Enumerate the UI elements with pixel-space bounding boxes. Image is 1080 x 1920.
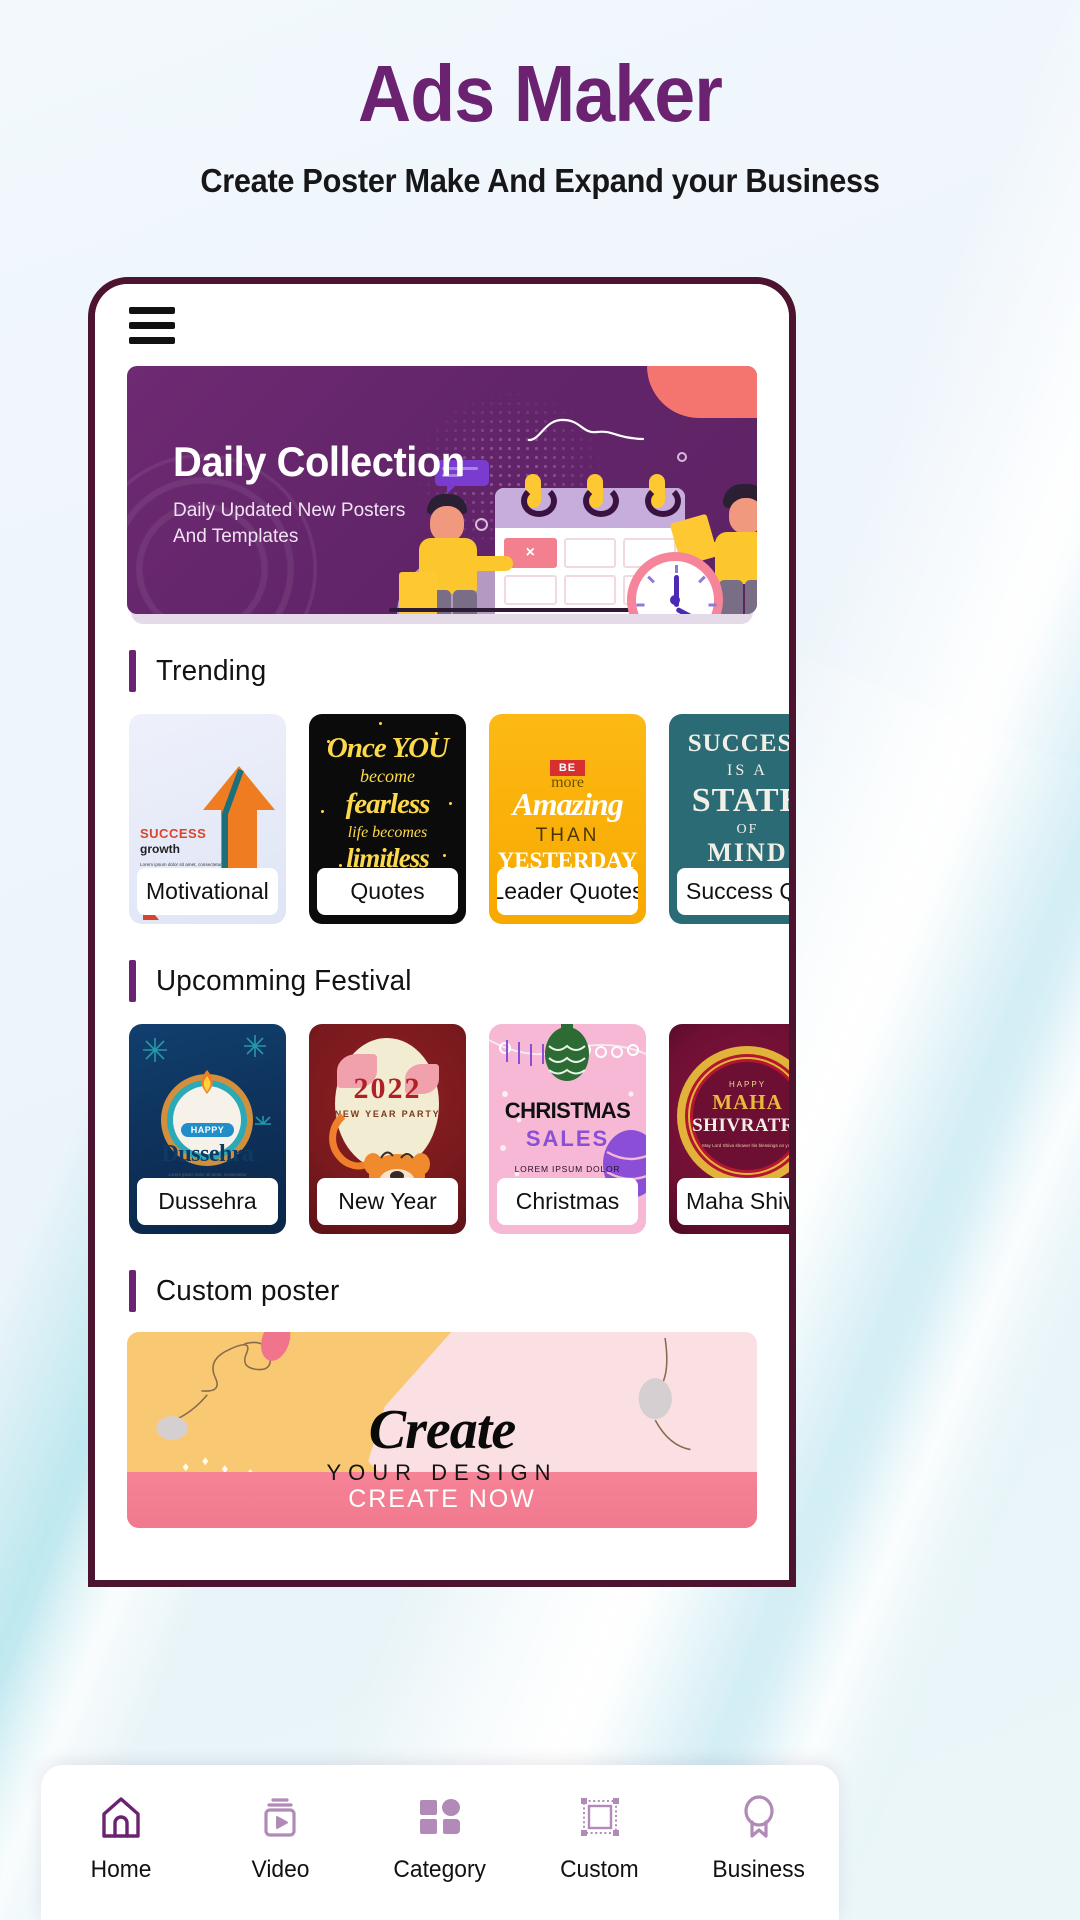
- video-icon: [255, 1791, 305, 1843]
- hamburger-menu-icon[interactable]: [129, 306, 175, 344]
- card-art-line1: CHRISTMAS: [504, 1098, 631, 1123]
- phone-screen: × Daily Collection Daily Updated New Pos…: [95, 284, 789, 1580]
- nav-item-business[interactable]: Business: [684, 1791, 834, 1884]
- card-art-line3: STATE: [691, 782, 789, 819]
- card-label: Motivational: [137, 868, 278, 915]
- template-card-quotes[interactable]: Once YOU become fearless life becomes li…: [309, 714, 466, 924]
- nav-item-home[interactable]: Home: [46, 1791, 196, 1884]
- card-art-line1: SUCCESS: [687, 730, 789, 757]
- template-card-leader-quotes[interactable]: BE more Amazing THAN YESTERDAY Leader Qu…: [489, 714, 646, 924]
- card-art-line2: become: [360, 766, 415, 786]
- banner-subtitle-line2: And Templates: [173, 525, 299, 547]
- banner-corner-accent: [647, 366, 757, 418]
- create-now-button[interactable]: CREATE NOW: [127, 1485, 757, 1514]
- template-card-maha-shivratri[interactable]: HAPPY MAHA SHIVRATRI May Lord Shiva show…: [669, 1024, 789, 1234]
- custom-poster-wrap: Create YOUR DESIGN CREATE NOW: [95, 1312, 789, 1528]
- card-art-subtitle: growth: [140, 842, 180, 856]
- template-card-motivational[interactable]: SUCCESS growth Lorem ipsum dolor sit ame…: [129, 714, 286, 924]
- section-title: Upcomming Festival: [156, 964, 412, 997]
- daily-collection-banner[interactable]: × Daily Collection Daily Updated New Pos…: [127, 366, 757, 614]
- section-accent-bar: [129, 960, 136, 1002]
- app-bar: [95, 284, 789, 366]
- calendar-ring: [583, 474, 619, 517]
- card-art-line2: IS A: [727, 762, 768, 779]
- section-header-festival: Upcomming Festival: [95, 924, 789, 1002]
- nav-item-custom[interactable]: Custom: [525, 1791, 675, 1884]
- custom-frame-icon: [575, 1791, 625, 1843]
- custom-poster-create-text: Create: [368, 1399, 516, 1461]
- festival-card-row[interactable]: HAPPY Dussehra Lorem ipsum dolor sit ame…: [95, 1002, 789, 1234]
- nav-item-category[interactable]: Category: [365, 1791, 515, 1884]
- daily-collection-banner-wrap: × Daily Collection Daily Updated New Pos…: [95, 366, 789, 624]
- banner-subtitle-line1: Daily Updated New Posters: [173, 500, 406, 521]
- template-card-christmas[interactable]: CHRISTMAS SALES LOREM IPSUM DOLOR SIT AM…: [489, 1024, 646, 1234]
- card-art-line5: MIND: [707, 838, 788, 867]
- card-label: Quotes: [317, 868, 458, 915]
- card-art-line3: Amazing: [512, 786, 623, 822]
- card-art-line3: fearless: [345, 788, 431, 820]
- home-icon: [96, 1791, 146, 1843]
- card-art-line1: MAHA: [712, 1090, 783, 1114]
- card-label: Christmas: [497, 1178, 638, 1225]
- nav-label: Category: [393, 1856, 487, 1883]
- banner-title: Daily Collection: [173, 438, 465, 485]
- card-label: Leader Quotes: [497, 868, 638, 915]
- hero-section: Ads Maker Create Poster Make And Expand …: [0, 0, 1080, 200]
- card-label: New Year: [317, 1178, 458, 1225]
- custom-poster-banner[interactable]: Create YOUR DESIGN CREATE NOW: [127, 1332, 757, 1528]
- card-art-badge: HAPPY: [180, 1123, 235, 1137]
- section-header-trending: Trending: [95, 614, 789, 692]
- template-card-new-year[interactable]: 2022 NEW YEAR PARTY New Year: [309, 1024, 466, 1234]
- card-art-line4: THAN: [535, 825, 600, 846]
- bottom-navigation-bar: Home Video Category Custom Business: [41, 1765, 839, 1920]
- card-art-line4: OF: [736, 822, 759, 837]
- calendar-ring: [645, 474, 681, 517]
- section-title: Custom poster: [156, 1274, 340, 1307]
- card-art-line3: May Lord Shiva shower his blessings on y…: [702, 1143, 789, 1148]
- card-art-line4: life becomes: [347, 824, 428, 841]
- card-label: Dussehra: [137, 1178, 278, 1225]
- nav-item-video[interactable]: Video: [205, 1791, 355, 1884]
- banner-circle-decor: [677, 452, 687, 462]
- nav-label: Home: [90, 1856, 152, 1883]
- custom-poster-design-text: YOUR DESIGN: [326, 1460, 558, 1485]
- page-subtitle: Create Poster Make And Expand your Busin…: [200, 162, 880, 199]
- card-label: Maha Shivratri: [677, 1178, 789, 1225]
- card-art-line1: Once YOU: [326, 732, 449, 764]
- nav-label: Custom: [560, 1856, 639, 1883]
- section-header-custom-poster: Custom poster: [95, 1234, 789, 1312]
- nav-label: Video: [251, 1856, 310, 1883]
- card-art-line2: SALES: [525, 1126, 610, 1151]
- card-art-badge: HAPPY: [728, 1080, 767, 1089]
- page-title: Ads Maker: [358, 49, 723, 138]
- card-label: Success Quotes: [677, 868, 789, 915]
- section-accent-bar: [129, 650, 136, 692]
- nav-label: Business: [712, 1856, 806, 1883]
- card-art-title: SUCCESS: [140, 826, 207, 841]
- card-art-line3: LOREM IPSUM DOLOR: [514, 1164, 621, 1174]
- category-grid-icon: [415, 1791, 465, 1843]
- template-card-dussehra[interactable]: HAPPY Dussehra Lorem ipsum dolor sit ame…: [129, 1024, 286, 1234]
- phone-mockup: × Daily Collection Daily Updated New Pos…: [88, 277, 796, 1587]
- section-title: Trending: [156, 654, 267, 687]
- calendar-ring: [521, 474, 557, 517]
- card-art-title: Dussehra: [161, 1141, 254, 1167]
- banner-cloud-icon: [527, 418, 645, 442]
- banner-text-block: Daily Collection Daily Updated New Poste…: [173, 438, 480, 549]
- template-card-success-quotes[interactable]: SUCCESS IS A STATE OF MIND Success Quote…: [669, 714, 789, 924]
- trending-card-row[interactable]: SUCCESS growth Lorem ipsum dolor sit ame…: [95, 692, 789, 924]
- business-badge-icon: [734, 1791, 784, 1843]
- card-art-line2: SHIVRATRI: [692, 1115, 789, 1136]
- section-accent-bar: [129, 1270, 136, 1312]
